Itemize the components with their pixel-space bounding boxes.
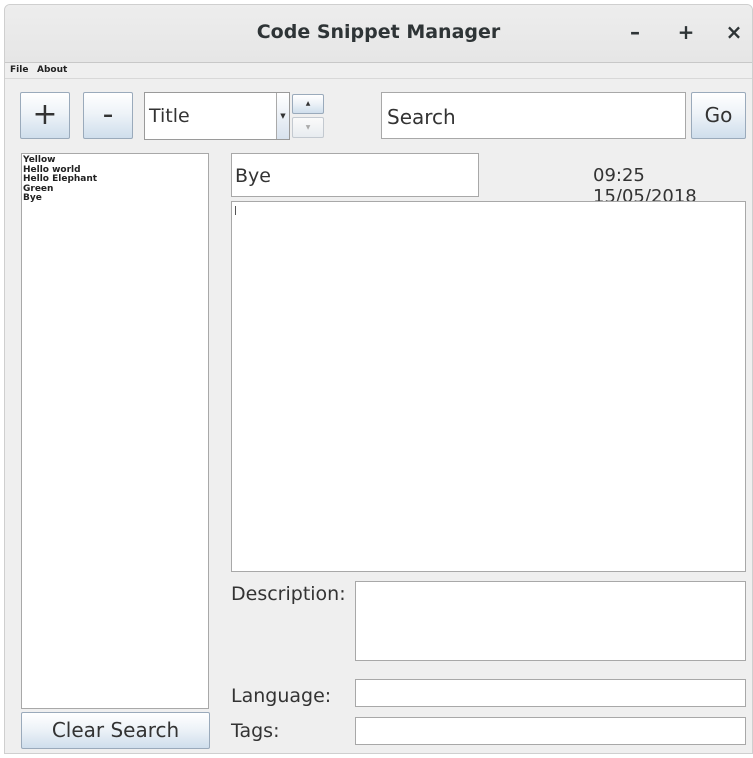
sort-descending-button[interactable]: ▼ (292, 117, 324, 138)
arrow-up-icon: ▲ (305, 100, 311, 107)
menu-file[interactable]: File (10, 65, 28, 75)
menu-bar: File About (5, 63, 752, 79)
list-item[interactable]: Bye (23, 193, 97, 204)
tags-input[interactable] (355, 717, 746, 745)
app-window: Code Snippet Manager – + × File About + … (4, 4, 753, 754)
snippet-list[interactable]: Yellow Hello world Hello Elephant Green … (21, 153, 209, 709)
snippet-title-input[interactable]: Bye (231, 153, 479, 197)
sort-field-value: Title (149, 105, 190, 127)
language-input[interactable] (355, 679, 746, 707)
search-go-button[interactable]: Go (691, 92, 746, 139)
menu-about[interactable]: About (37, 65, 67, 75)
sort-ascending-button[interactable]: ▲ (292, 94, 324, 114)
text-cursor (235, 206, 236, 215)
description-input[interactable] (355, 581, 746, 661)
description-label: Description: (231, 583, 346, 605)
snippet-title-value: Bye (235, 165, 271, 187)
search-input[interactable]: Search (381, 92, 686, 139)
remove-snippet-button[interactable]: - (83, 92, 133, 139)
maximize-button[interactable]: + (673, 19, 699, 45)
arrow-down-icon: ▼ (305, 124, 311, 131)
tags-label: Tags: (231, 720, 280, 742)
close-button[interactable]: × (721, 19, 747, 45)
code-editor[interactable] (231, 201, 746, 572)
minimize-button[interactable]: – (622, 19, 648, 45)
sort-field-select[interactable]: Title ▼ (144, 92, 290, 140)
language-label: Language: (231, 685, 332, 707)
chevron-down-icon[interactable]: ▼ (276, 93, 289, 139)
title-bar[interactable]: Code Snippet Manager – + × (5, 5, 752, 63)
clear-search-button[interactable]: Clear Search (21, 712, 210, 749)
add-snippet-button[interactable]: + (20, 92, 70, 139)
search-placeholder: Search (387, 105, 456, 129)
